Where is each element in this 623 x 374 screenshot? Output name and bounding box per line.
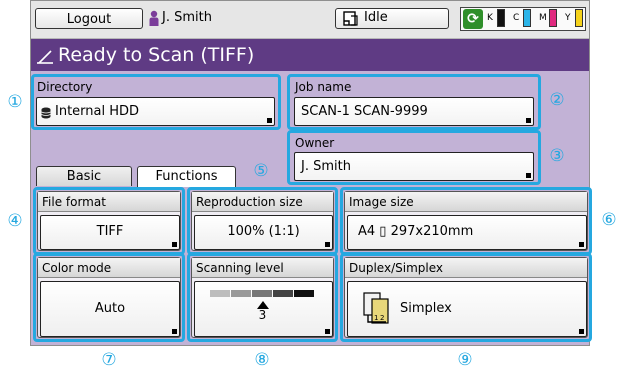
scan-mode-icon [37,50,53,64]
duplex-simplex-button[interactable]: 1 2 Simplex [347,281,587,337]
tab-basic[interactable]: Basic [36,166,132,186]
duplex-simplex-label: Duplex/Simplex [345,258,587,278]
color-mode-tile: Color mode Auto [37,257,181,338]
ink-bar-c [523,9,531,27]
dropdown-corner-icon [526,118,531,123]
job-name-label: Job name [295,80,352,94]
level-marker-icon [256,298,269,309]
printer-status-label: Idle [364,10,388,25]
color-mode-label: Color mode [38,258,180,278]
callout-4: ④ [7,211,23,231]
hard-disk-icon [41,107,51,119]
callout-8: ⑧ [254,350,270,370]
owner-label: Owner [295,136,335,150]
ink-label-y: Y [565,13,571,23]
dropdown-corner-icon [172,242,177,247]
dropdown-corner-icon [579,329,584,334]
reproduction-size-value: 100% (1:1) [227,224,300,239]
duplex-simplex-tile: Duplex/Simplex 1 2 Simplex [344,257,588,338]
reproduction-size-button[interactable]: 100% (1:1) [194,215,333,250]
logout-button[interactable]: Logout [35,8,143,29]
job-name-value: SCAN-1 SCAN-9999 [301,104,428,119]
dropdown-corner-icon [172,329,177,334]
callout-5: ⑤ [253,161,269,181]
refresh-icon[interactable]: ⟳ [463,9,483,29]
scanning-level-segment [210,290,230,297]
ink-bar-k [497,9,505,27]
file-format-value: TIFF [96,224,124,239]
scanning-level-segment [294,290,314,297]
image-size-button[interactable]: A4 ▯ 297x210mm [347,215,587,250]
scanning-level-label: Scanning level [192,258,333,278]
tab-functions[interactable]: Functions [137,166,236,187]
dropdown-corner-icon [325,242,330,247]
svg-text:2: 2 [380,314,384,322]
svg-text:1: 1 [374,314,378,322]
ink-bar-m [549,9,557,27]
file-format-button[interactable]: TIFF [40,215,180,250]
printer-status-icon [343,11,358,26]
callout-7: ⑦ [101,350,117,370]
reproduction-size-label: Reproduction size [192,192,333,212]
simplex-icon: 1 2 [363,292,389,324]
ink-label-k: K [487,13,493,23]
owner-field[interactable]: J. Smith [294,152,534,181]
directory-value: Internal HDD [55,104,140,119]
file-format-label: File format [38,192,180,212]
scanning-level-segment [252,290,272,297]
scanning-level-tile: Scanning level 3 [191,257,334,338]
scanning-level-segment [273,290,293,297]
dropdown-corner-icon [526,173,531,178]
color-mode-value: Auto [94,301,126,316]
callout-1: ① [7,92,23,112]
callout-3: ③ [549,146,565,166]
image-size-label: Image size [345,192,587,212]
file-format-tile: File format TIFF [37,191,181,251]
callout-2: ② [549,90,565,110]
ink-label-c: C [513,13,520,23]
image-size-value: A4 ▯ 297x210mm [358,224,474,239]
scanning-level-segment [231,290,251,297]
page-title: Ready to Scan (TIFF) [58,44,255,66]
image-size-tile: Image size A4 ▯ 297x210mm [344,191,588,251]
dropdown-corner-icon [579,242,584,247]
callout-6: ⑥ [601,210,617,230]
color-mode-button[interactable]: Auto [40,281,180,337]
scanning-level-value: 3 [258,308,267,322]
owner-value: J. Smith [301,159,351,174]
job-name-field[interactable]: SCAN-1 SCAN-9999 [294,97,534,126]
dropdown-corner-icon [325,329,330,334]
user-icon [149,10,159,26]
scanning-level-scale [210,290,315,297]
user-name: J. Smith [162,10,212,25]
ink-label-m: M [539,13,547,23]
duplex-simplex-value: Simplex [400,301,452,316]
callout-9: ⑨ [457,350,473,370]
directory-field[interactable]: Internal HDD [36,97,275,126]
directory-label: Directory [37,80,93,94]
ink-bar-y [575,9,583,27]
reproduction-size-tile: Reproduction size 100% (1:1) [191,191,334,251]
scanning-level-button[interactable]: 3 [194,281,333,337]
dropdown-corner-icon [267,118,272,123]
